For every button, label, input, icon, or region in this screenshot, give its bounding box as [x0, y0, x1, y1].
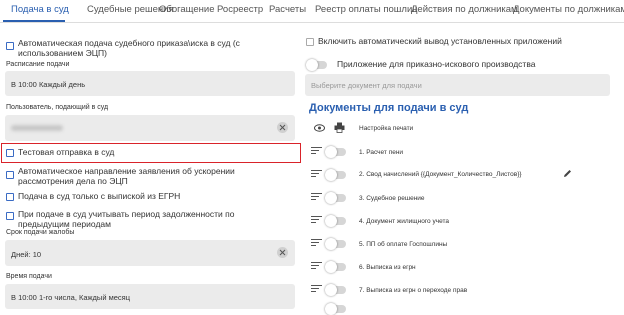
- doc-label: 7. Выписка из егрн о переходе прав: [359, 287, 468, 294]
- user-label: Пользователь, подающий в суд: [6, 104, 109, 111]
- prev-debt-label: При подаче в суд учитывать период задолж…: [18, 209, 235, 229]
- auto-submit-label: Автоматическая подача судебного приказа\…: [18, 38, 240, 58]
- doc-toggle-partial[interactable]: [325, 303, 346, 315]
- edit-pencil-icon[interactable]: [563, 169, 572, 178]
- submit-time-value: В 10:00 1-го числа, Каждый месяц: [11, 293, 131, 302]
- doc-toggle[interactable]: [325, 169, 346, 181]
- order-claim-select[interactable]: Выберите документ для подачи: [305, 74, 610, 96]
- order-claim-toggle[interactable]: [306, 59, 327, 71]
- complaint-term-label: Срок подачи жалобы: [6, 229, 75, 236]
- doc-label: 1. Расчет пени: [359, 149, 404, 156]
- tab-rosreestr[interactable]: Росреестр: [217, 4, 263, 15]
- doc-toggle[interactable]: [325, 238, 346, 250]
- egrn-only-checkbox[interactable]: [6, 193, 14, 201]
- tab-debtor-documents[interactable]: Документы по должникам: [513, 4, 624, 15]
- auto-submit-checkbox[interactable]: [6, 42, 14, 50]
- active-tab-indicator: [3, 20, 65, 22]
- drag-handle-icon[interactable]: [311, 193, 322, 202]
- tab-bar: Подача в суд Судебные решения Обогащение…: [0, 0, 624, 23]
- auto-attach-label: Включить автоматический вывод установлен…: [318, 36, 562, 46]
- drag-handle-icon[interactable]: [311, 216, 322, 225]
- doc-toggle[interactable]: [325, 146, 346, 158]
- drag-handle-icon[interactable]: [311, 147, 322, 156]
- doc-label: 2. Свод начислений {{Документ_Количество…: [359, 171, 522, 178]
- submit-time-label: Время подачи: [6, 273, 52, 280]
- tab-calculations[interactable]: Расчеты: [269, 4, 306, 15]
- docs-title: Документы для подачи в суд: [309, 102, 469, 114]
- tab-enrichment[interactable]: Обогащение: [159, 4, 214, 15]
- auto-accel-checkbox[interactable]: [6, 171, 14, 179]
- print-settings-label: Настройка печати: [359, 125, 414, 132]
- printer-icon[interactable]: [334, 122, 345, 133]
- drag-handle-icon[interactable]: [311, 239, 322, 248]
- doc-toggle[interactable]: [325, 192, 346, 204]
- schedule-field[interactable]: В 10:00 Каждый день: [5, 71, 295, 96]
- doc-label: 4. Документ жилищного учета: [359, 218, 450, 225]
- prev-debt-checkbox[interactable]: [6, 212, 14, 220]
- egrn-only-label: Подача в суд только с выпиской из ЕГРН: [18, 191, 181, 201]
- submit-time-field[interactable]: В 10:00 1-го числа, Каждый месяц: [5, 284, 295, 309]
- drag-handle-icon[interactable]: [311, 170, 322, 179]
- drag-handle-icon[interactable]: [311, 262, 322, 271]
- schedule-value: В 10:00 Каждый день: [11, 80, 86, 89]
- doc-toggle[interactable]: [325, 215, 346, 227]
- test-send-label: Тестовая отправка в суд: [18, 147, 115, 157]
- doc-toggle[interactable]: [325, 261, 346, 273]
- complaint-term-field[interactable]: Дней: 10: [5, 240, 295, 266]
- tab-duty-registry[interactable]: Реестр оплаты пошлин: [315, 4, 418, 15]
- test-send-checkbox[interactable]: [6, 149, 14, 157]
- auto-attach-checkbox[interactable]: [306, 38, 314, 46]
- tab-debtor-actions[interactable]: Действия по должникам: [411, 4, 518, 15]
- tab-court-submission[interactable]: Подача в суд: [11, 4, 69, 15]
- order-claim-placeholder: Выберите документ для подачи: [311, 81, 422, 90]
- complaint-term-value: Дней: 10: [11, 250, 42, 259]
- user-field[interactable]: [5, 115, 295, 141]
- order-claim-label: Приложение для приказно-искового произво…: [337, 59, 536, 69]
- doc-label: 6. Выписка из егрн: [359, 264, 416, 271]
- doc-label: 5. ПП об оплате Госпошлины: [359, 241, 448, 248]
- clear-complaint-term-icon[interactable]: [277, 247, 288, 258]
- clear-user-icon[interactable]: [277, 122, 288, 133]
- eye-icon[interactable]: [314, 124, 325, 132]
- doc-toggle[interactable]: [325, 284, 346, 296]
- drag-handle-icon[interactable]: [311, 285, 322, 294]
- redacted-user-name: [11, 125, 63, 131]
- schedule-label: Расписание подачи: [6, 61, 70, 68]
- doc-label: 3. Судебное решение: [359, 195, 425, 202]
- auto-accel-label: Автоматическое направление заявления об …: [18, 166, 235, 186]
